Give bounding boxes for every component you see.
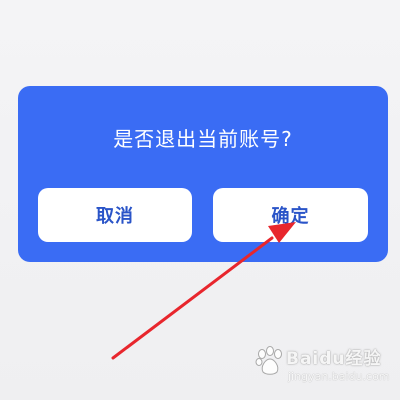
baidu-jingyan-watermark: Baidu经验 jingyan.baidu.com — [252, 342, 392, 392]
logout-confirm-dialog: 是否退出当前账号? 取消 确定 — [18, 86, 388, 262]
dialog-message: 是否退出当前账号? — [113, 127, 293, 151]
baidu-paw-icon — [255, 346, 282, 375]
watermark-brand: Baidu经验 — [286, 349, 382, 369]
confirm-button[interactable]: 确定 — [213, 188, 368, 242]
watermark-url: jingyan.baidu.com — [288, 370, 390, 383]
cancel-button[interactable]: 取消 — [38, 188, 192, 242]
